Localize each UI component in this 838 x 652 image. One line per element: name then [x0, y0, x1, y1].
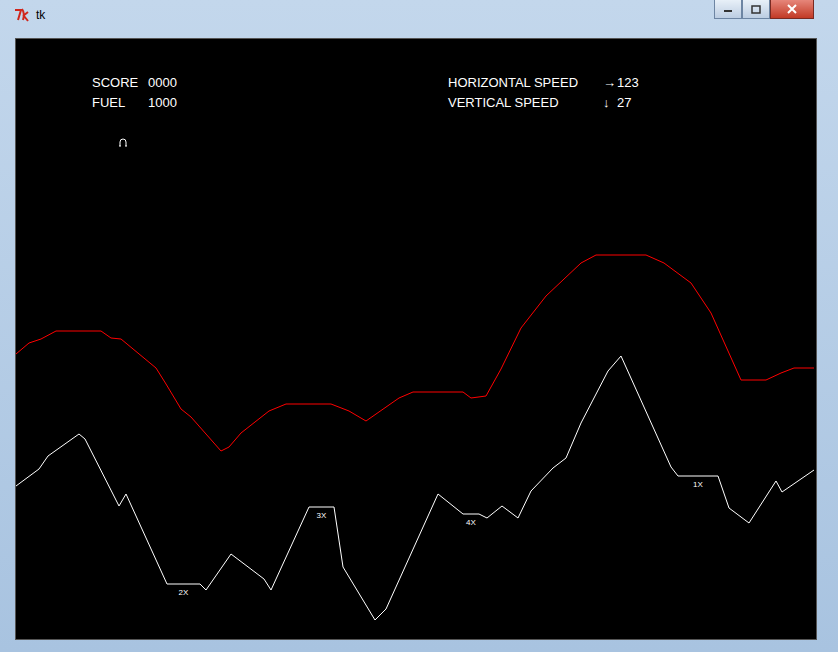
window: tk SCORE0000FUEL1000 HORIZONTAL SPEED→123 V… [0, 0, 838, 652]
hud-label: FUEL [92, 95, 148, 111]
hud-label: HORIZONTAL SPEED [448, 75, 603, 91]
landing-pad-label: 2X [179, 588, 189, 597]
close-icon [787, 4, 797, 14]
landing-pad-label: 1X [693, 480, 703, 489]
hud-value: 27 [617, 95, 639, 111]
hud-value: 123 [617, 75, 639, 91]
maximize-button[interactable] [742, 0, 770, 19]
game-canvas[interactable]: SCORE0000FUEL1000 HORIZONTAL SPEED→123 VER… [15, 38, 817, 640]
speed-arrow: → [603, 75, 617, 91]
terrain-view: 2X 3X 4X 1X [16, 39, 816, 639]
title-bar[interactable]: tk [0, 0, 838, 30]
window-title: tk [36, 8, 45, 22]
landing-pad-label: 3X [317, 511, 327, 520]
lander-icon[interactable] [119, 139, 127, 146]
speed-panel: HORIZONTAL SPEED→123 VERTICAL SPEED↓27 [448, 75, 639, 111]
landing-pad-label: 4X [466, 518, 476, 527]
terrain-line [16, 356, 814, 620]
minimize-icon [723, 5, 733, 13]
speed-arrow: ↓ [603, 95, 617, 111]
hud-value: 0000 [148, 75, 177, 91]
minimize-button[interactable] [714, 0, 742, 19]
terrain-line [16, 255, 814, 451]
maximize-icon [751, 5, 761, 14]
tk-feather-icon [14, 7, 30, 23]
score-panel: SCORE0000FUEL1000 [92, 75, 177, 111]
hud-label: SCORE [92, 75, 148, 91]
hud-label: VERTICAL SPEED [448, 95, 603, 111]
hud-value: 1000 [148, 95, 177, 111]
close-button[interactable] [770, 0, 814, 19]
